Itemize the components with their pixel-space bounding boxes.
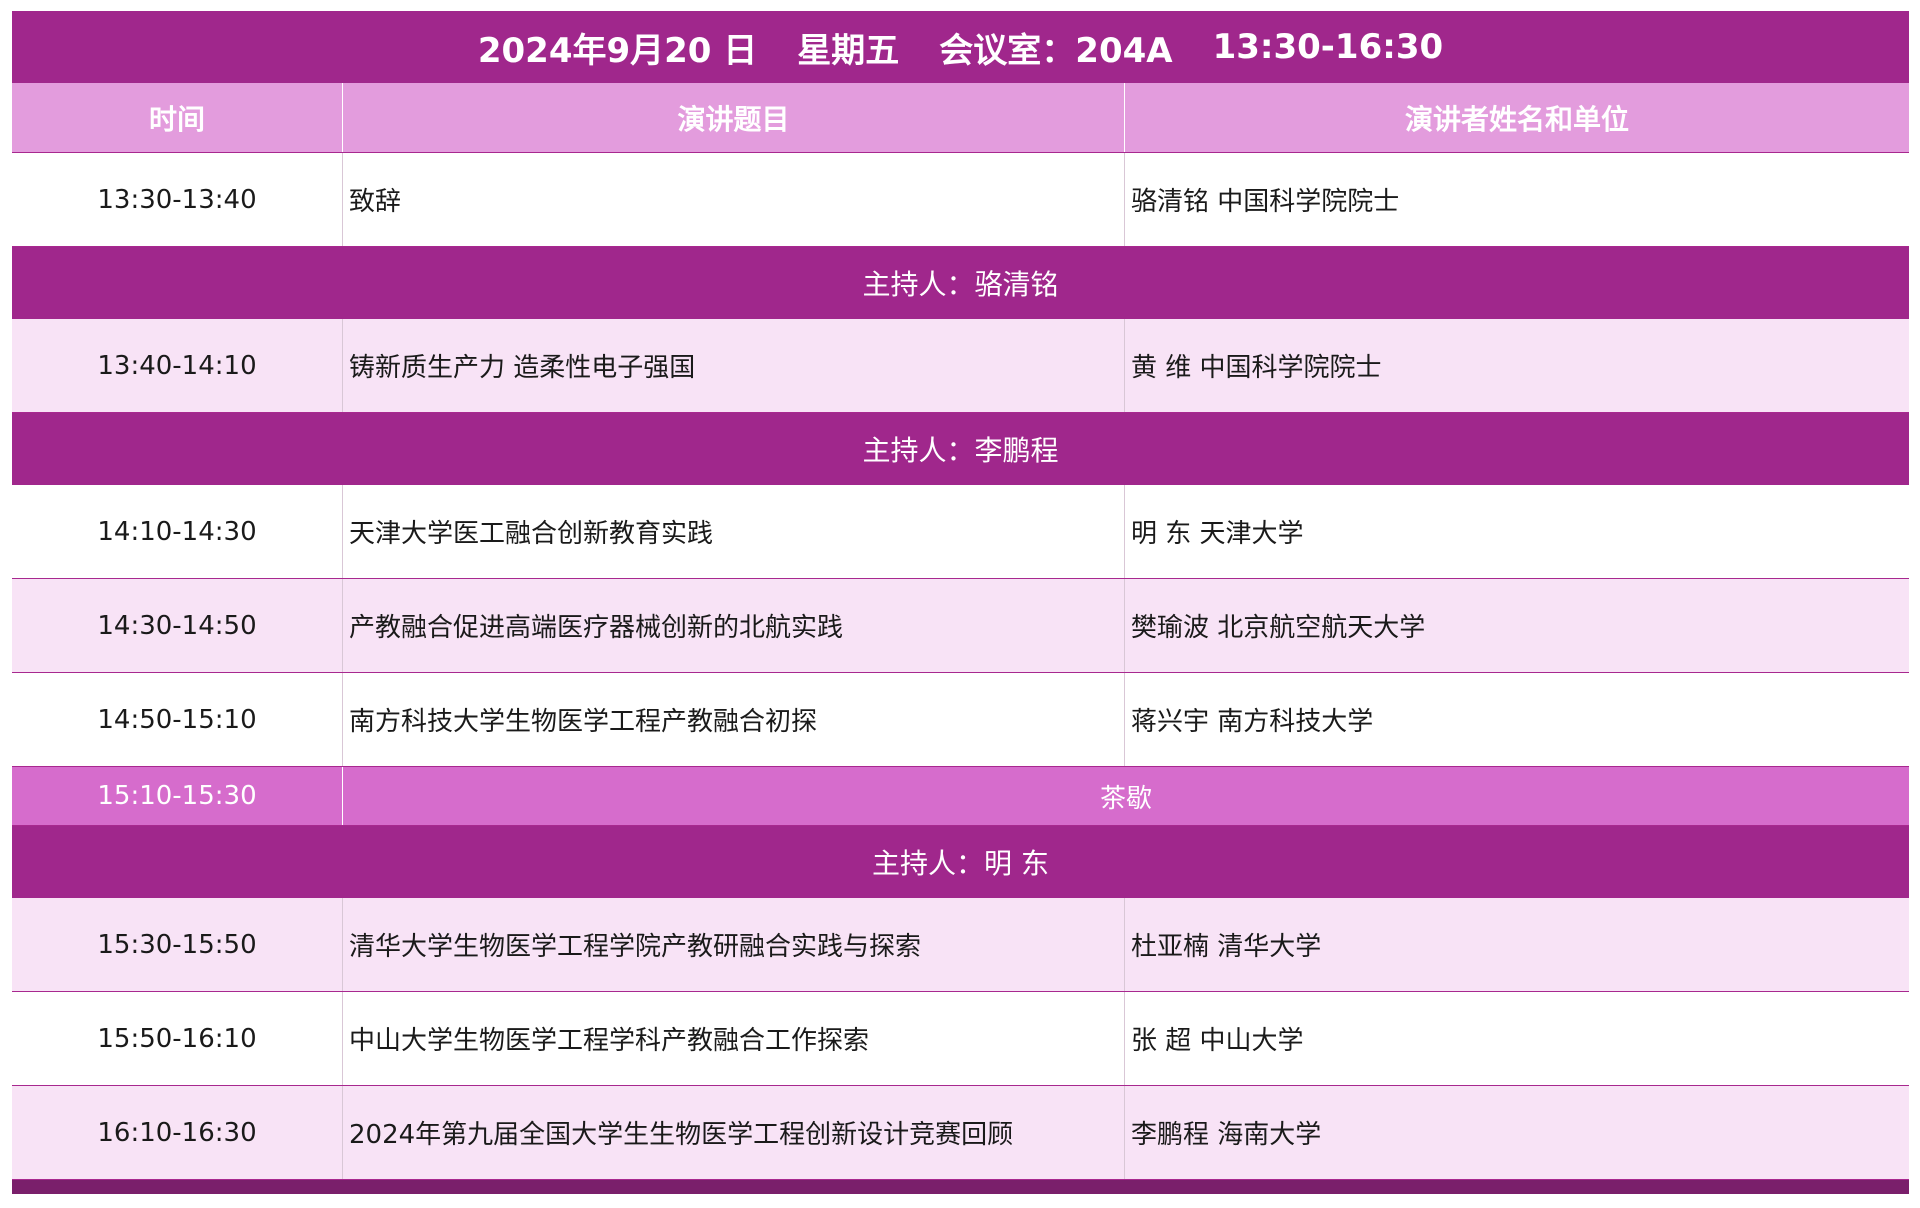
title-time: 13:30-16:30 <box>1212 27 1444 67</box>
table-row: 14:50-15:10 南方科技大学生物医学工程产教融合初探 蒋兴宇 南方科技大… <box>12 673 1909 767</box>
table-header: 时间 演讲题目 演讲者姓名和单位 <box>12 83 1909 153</box>
break-time: 15:10-15:30 <box>12 767 343 825</box>
talk-time: 13:30-13:40 <box>12 153 343 246</box>
table-row: 14:10-14:30 天津大学医工融合创新教育实践 明 东 天津大学 <box>12 485 1909 579</box>
talk-topic: 中山大学生物医学工程学科产教融合工作探索 <box>343 992 1125 1085</box>
talk-speaker: 黄 维 中国科学院院士 <box>1131 353 1382 383</box>
title-weekday: 星期五 <box>797 30 900 71</box>
talk-time: 14:30-14:50 <box>12 579 343 672</box>
host-label: 主持人：李鹏程 <box>862 434 1059 467</box>
talk-speaker: 骆清铭 中国科学院院士 <box>1131 187 1400 217</box>
break-label: 茶歇 <box>1099 783 1152 814</box>
header-time: 时间 <box>12 83 343 152</box>
table-row: 13:40-14:10 铸新质生产力 造柔性电子强国 黄 维 中国科学院院士 <box>12 319 1909 413</box>
talk-speaker: 蒋兴宇 南方科技大学 <box>1131 707 1374 737</box>
talk-topic: 致辞 <box>343 153 1125 246</box>
talk-topic: 天津大学医工融合创新教育实践 <box>343 485 1125 578</box>
title-date: 2024年9月20 日 <box>477 30 758 71</box>
talk-time: 16:10-16:30 <box>12 1086 343 1179</box>
talk-time: 15:30-15:50 <box>12 898 343 991</box>
schedule-table: 2024年9月20 日 星期五 会议室：204A 13:30-16:30 时间 … <box>12 11 1909 1194</box>
talk-topic: 南方科技大学生物医学工程产教融合初探 <box>343 673 1125 766</box>
table-row: 14:30-14:50 产教融合促进高端医疗器械创新的北航实践 樊瑜波 北京航空… <box>12 579 1909 673</box>
bottom-bar <box>12 1180 1909 1194</box>
table-row: 15:30-15:50 清华大学生物医学工程学院产教研融合实践与探索 杜亚楠 清… <box>12 898 1909 992</box>
talk-speaker: 明 东 天津大学 <box>1131 519 1304 549</box>
talk-time: 13:40-14:10 <box>12 319 343 412</box>
host-label: 主持人：明 东 <box>872 847 1049 880</box>
talk-topic: 清华大学生物医学工程学院产教研融合实践与探索 <box>343 898 1125 991</box>
host-row: 主持人：李鹏程 <box>12 413 1909 485</box>
schedule-title: 2024年9月20 日 星期五 会议室：204A 13:30-16:30 <box>12 11 1909 83</box>
table-row: 13:30-13:40 致辞 骆清铭 中国科学院院士 <box>12 153 1909 247</box>
title-room: 会议室：204A <box>939 30 1173 71</box>
talk-topic: 产教融合促进高端医疗器械创新的北航实践 <box>343 579 1125 672</box>
host-label: 主持人：骆清铭 <box>862 268 1059 301</box>
talk-time: 14:10-14:30 <box>12 485 343 578</box>
break-row: 15:10-15:30 茶歇 <box>12 767 1909 826</box>
talk-speaker: 樊瑜波 北京航空航天大学 <box>1131 613 1426 643</box>
talk-speaker: 杜亚楠 清华大学 <box>1131 932 1322 962</box>
header-topic: 演讲题目 <box>343 83 1125 152</box>
talk-speaker: 张 超 中山大学 <box>1131 1026 1304 1056</box>
talk-topic: 铸新质生产力 造柔性电子强国 <box>343 319 1125 412</box>
host-row: 主持人：骆清铭 <box>12 247 1909 319</box>
header-speaker: 演讲者姓名和单位 <box>1404 102 1629 136</box>
talk-time: 15:50-16:10 <box>12 992 343 1085</box>
talk-speaker: 李鹏程 海南大学 <box>1131 1120 1322 1150</box>
host-row: 主持人：明 东 <box>12 826 1909 898</box>
table-row: 16:10-16:30 2024年第九届全国大学生生物医学工程创新设计竞赛回顾 … <box>12 1086 1909 1180</box>
talk-topic: 2024年第九届全国大学生生物医学工程创新设计竞赛回顾 <box>343 1086 1125 1179</box>
table-row: 15:50-16:10 中山大学生物医学工程学科产教融合工作探索 张 超 中山大… <box>12 992 1909 1086</box>
talk-time: 14:50-15:10 <box>12 673 343 766</box>
